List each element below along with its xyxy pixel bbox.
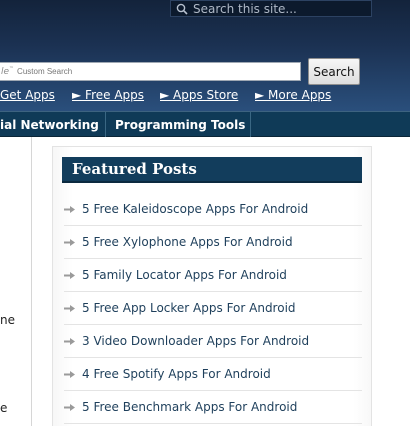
arrow-right-icon bbox=[64, 337, 75, 345]
left-text-fragment: e bbox=[0, 401, 8, 415]
featured-post-item[interactable]: 3 Video Downloader Apps For Android bbox=[64, 325, 362, 358]
link-apps-store[interactable]: ► Apps Store bbox=[160, 88, 238, 102]
featured-posts-title: Featured Posts bbox=[62, 157, 362, 183]
featured-post-item[interactable]: 5 Family Locator Apps For Android bbox=[64, 259, 362, 292]
arrow-right-icon bbox=[64, 271, 75, 279]
link-more-apps[interactable]: ► More Apps bbox=[255, 88, 331, 102]
featured-post-link[interactable]: 4 Free Spotify Apps For Android bbox=[82, 367, 271, 381]
nav-divider bbox=[105, 112, 106, 137]
site-search-input[interactable] bbox=[193, 1, 363, 16]
featured-post-item[interactable]: 5 Free Benchmark Apps For Android bbox=[64, 391, 362, 424]
arrow-right-icon bbox=[64, 304, 75, 312]
link-free-apps[interactable]: ► Free Apps bbox=[72, 88, 144, 102]
featured-post-link[interactable]: 5 Free Xylophone Apps For Android bbox=[82, 235, 293, 249]
category-nav: ial Networking Programming Tools bbox=[0, 111, 410, 137]
featured-post-link[interactable]: 3 Video Downloader Apps For Android bbox=[82, 334, 309, 348]
link-get-apps[interactable]: Get Apps bbox=[0, 88, 55, 102]
search-icon[interactable] bbox=[176, 3, 188, 15]
search-button[interactable]: Search bbox=[308, 58, 360, 85]
nav-divider bbox=[250, 112, 251, 137]
nav-item-programming-tools[interactable]: Programming Tools bbox=[115, 112, 245, 137]
column-divider bbox=[31, 137, 32, 426]
featured-post-item[interactable]: 4 Free Spotify Apps For Android bbox=[64, 358, 362, 391]
featured-post-link[interactable]: 5 Free Benchmark Apps For Android bbox=[82, 400, 297, 414]
site-header: le™ Custom Search Search Get Apps ► Free… bbox=[0, 0, 410, 111]
featured-post-item[interactable]: 5 Free App Locker Apps For Android bbox=[64, 292, 362, 325]
custom-search-input[interactable]: le™ Custom Search bbox=[0, 62, 301, 81]
arrow-right-icon bbox=[64, 403, 75, 411]
featured-post-link[interactable]: 5 Free App Locker Apps For Android bbox=[82, 301, 296, 315]
custom-search-label: Custom Search bbox=[17, 67, 73, 76]
google-logo: le™ bbox=[1, 66, 15, 77]
arrow-right-icon bbox=[64, 238, 75, 246]
site-search-box[interactable] bbox=[170, 0, 372, 17]
nav-item-social-networking[interactable]: ial Networking bbox=[0, 112, 99, 137]
left-text-fragment: ne bbox=[0, 313, 15, 327]
arrow-right-icon bbox=[64, 205, 75, 213]
featured-post-item[interactable]: 5 Free Kaleidoscope Apps For Android bbox=[64, 193, 362, 226]
featured-post-link[interactable]: 5 Free Kaleidoscope Apps For Android bbox=[82, 202, 308, 216]
featured-post-link[interactable]: 5 Family Locator Apps For Android bbox=[82, 268, 287, 282]
featured-post-item[interactable]: 5 Free Xylophone Apps For Android bbox=[64, 226, 362, 259]
arrow-right-icon bbox=[64, 370, 75, 378]
